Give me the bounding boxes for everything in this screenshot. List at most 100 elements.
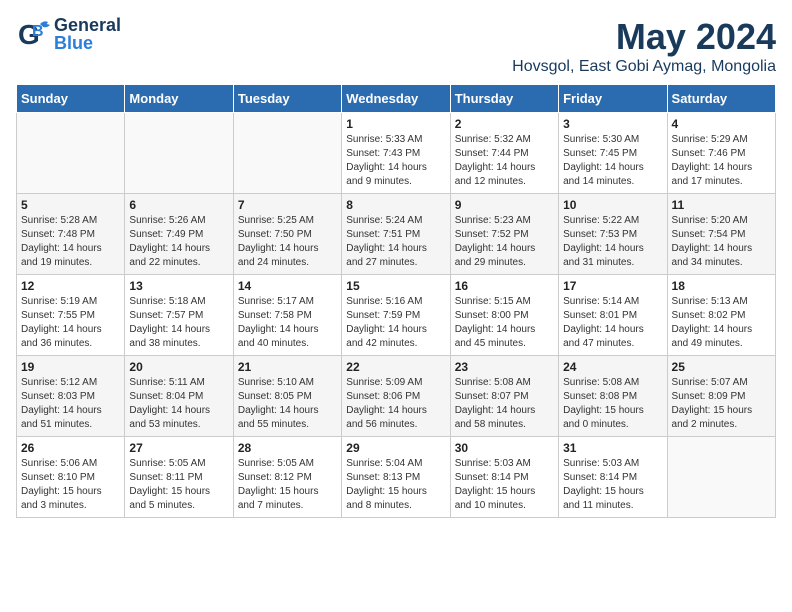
day-number: 10 (563, 198, 662, 212)
calendar-cell: 16 Sunrise: 5:15 AM Sunset: 8:00 PM Dayli… (450, 275, 558, 356)
day-info: Sunrise: 5:08 AM Sunset: 8:08 PM Dayligh… (563, 376, 662, 432)
calendar-cell: 23Sunrise: 5:08 AM Sunset: 8:07 PM Dayli… (450, 356, 558, 437)
calendar-week-row: 12 Sunrise: 5:19 AM Sunset: 7:55 PM Dayli… (17, 275, 776, 356)
day-info: Sunrise: 5:12 AM Sunset: 8:03 PM Dayligh… (21, 376, 120, 432)
day-info: Sunrise: 5:26 AM Sunset: 7:49 PM Dayligh… (129, 214, 228, 270)
day-number: 7 (238, 198, 337, 212)
logo-text: General Blue (54, 16, 121, 52)
day-number: 13 (129, 279, 228, 293)
calendar-cell: 1 Sunrise: 5:33 AM Sunset: 7:43 PM Daylig… (342, 113, 450, 194)
day-number: 9 (455, 198, 554, 212)
weekday-header-row: SundayMondayTuesdayWednesdayThursdayFrid… (17, 85, 776, 113)
day-number: 4 (672, 117, 771, 131)
logo-general: General (54, 16, 121, 34)
day-info: Sunrise: 5:16 AM Sunset: 7:59 PM Dayligh… (346, 295, 445, 351)
calendar-cell: 4Sunrise: 5:29 AM Sunset: 7:46 PM Daylig… (667, 113, 775, 194)
weekday-header-friday: Friday (559, 85, 667, 113)
calendar-cell: 17 Sunrise: 5:14 AM Sunset: 8:01 PM Dayli… (559, 275, 667, 356)
day-info: Sunrise: 5:03 AM Sunset: 8:14 PM Dayligh… (563, 457, 662, 513)
calendar-cell (233, 113, 341, 194)
calendar-cell: 21Sunrise: 5:10 AM Sunset: 8:05 PM Dayli… (233, 356, 341, 437)
calendar-cell: 10 Sunrise: 5:22 AM Sunset: 7:53 PM Dayli… (559, 194, 667, 275)
calendar-cell: 27 Sunrise: 5:05 AM Sunset: 8:11 PM Dayli… (125, 437, 233, 518)
day-info: Sunrise: 5:05 AM Sunset: 8:11 PM Dayligh… (129, 457, 228, 513)
calendar-cell: 28 Sunrise: 5:05 AM Sunset: 8:12 PM Dayli… (233, 437, 341, 518)
day-number: 8 (346, 198, 445, 212)
day-info: Sunrise: 5:11 AM Sunset: 8:04 PM Dayligh… (129, 376, 228, 432)
logo-blue: Blue (54, 34, 121, 52)
day-number: 27 (129, 441, 228, 455)
calendar-cell: 9 Sunrise: 5:23 AM Sunset: 7:52 PM Daylig… (450, 194, 558, 275)
day-info: Sunrise: 5:22 AM Sunset: 7:53 PM Dayligh… (563, 214, 662, 270)
calendar-cell: 7 Sunrise: 5:25 AM Sunset: 7:50 PM Daylig… (233, 194, 341, 275)
location-title: Hovsgol, East Gobi Aymag, Mongolia (512, 58, 776, 76)
calendar-week-row: 5 Sunrise: 5:28 AM Sunset: 7:48 PM Daylig… (17, 194, 776, 275)
calendar-week-row: 1 Sunrise: 5:33 AM Sunset: 7:43 PM Daylig… (17, 113, 776, 194)
day-info: Sunrise: 5:19 AM Sunset: 7:55 PM Dayligh… (21, 295, 120, 351)
day-number: 30 (455, 441, 554, 455)
day-number: 20 (129, 360, 228, 374)
weekday-header-monday: Monday (125, 85, 233, 113)
calendar-cell: 19 Sunrise: 5:12 AM Sunset: 8:03 PM Dayli… (17, 356, 125, 437)
calendar-cell: 6Sunrise: 5:26 AM Sunset: 7:49 PM Daylig… (125, 194, 233, 275)
calendar-cell: 14 Sunrise: 5:17 AM Sunset: 7:58 PM Dayli… (233, 275, 341, 356)
calendar-cell: 24 Sunrise: 5:08 AM Sunset: 8:08 PM Dayli… (559, 356, 667, 437)
day-number: 5 (21, 198, 120, 212)
day-number: 3 (563, 117, 662, 131)
day-number: 29 (346, 441, 445, 455)
day-number: 1 (346, 117, 445, 131)
day-info: Sunrise: 5:04 AM Sunset: 8:13 PM Dayligh… (346, 457, 445, 513)
calendar-cell (667, 437, 775, 518)
day-number: 23 (455, 360, 554, 374)
day-number: 16 (455, 279, 554, 293)
day-number: 19 (21, 360, 120, 374)
day-info: Sunrise: 5:07 AM Sunset: 8:09 PM Dayligh… (672, 376, 771, 432)
day-number: 24 (563, 360, 662, 374)
day-info: Sunrise: 5:32 AM Sunset: 7:44 PM Dayligh… (455, 133, 554, 189)
calendar-cell: 13Sunrise: 5:18 AM Sunset: 7:57 PM Dayli… (125, 275, 233, 356)
day-info: Sunrise: 5:25 AM Sunset: 7:50 PM Dayligh… (238, 214, 337, 270)
month-title: May 2024 (512, 16, 776, 58)
day-info: Sunrise: 5:28 AM Sunset: 7:48 PM Dayligh… (21, 214, 120, 270)
day-info: Sunrise: 5:17 AM Sunset: 7:58 PM Dayligh… (238, 295, 337, 351)
day-info: Sunrise: 5:13 AM Sunset: 8:02 PM Dayligh… (672, 295, 771, 351)
day-info: Sunrise: 5:33 AM Sunset: 7:43 PM Dayligh… (346, 133, 445, 189)
title-block: May 2024 Hovsgol, East Gobi Aymag, Mongo… (512, 16, 776, 76)
calendar-cell: 20 Sunrise: 5:11 AM Sunset: 8:04 PM Dayli… (125, 356, 233, 437)
page-header: G B General Blue May 2024 Hovsgol, East … (16, 16, 776, 76)
calendar-cell: 29 Sunrise: 5:04 AM Sunset: 8:13 PM Dayli… (342, 437, 450, 518)
calendar-cell (125, 113, 233, 194)
calendar-cell: 22 Sunrise: 5:09 AM Sunset: 8:06 PM Dayli… (342, 356, 450, 437)
day-number: 17 (563, 279, 662, 293)
calendar-cell: 5 Sunrise: 5:28 AM Sunset: 7:48 PM Daylig… (17, 194, 125, 275)
calendar-cell: 8 Sunrise: 5:24 AM Sunset: 7:51 PM Daylig… (342, 194, 450, 275)
day-number: 15 (346, 279, 445, 293)
calendar-cell: 31 Sunrise: 5:03 AM Sunset: 8:14 PM Dayli… (559, 437, 667, 518)
day-info: Sunrise: 5:05 AM Sunset: 8:12 PM Dayligh… (238, 457, 337, 513)
day-number: 31 (563, 441, 662, 455)
day-info: Sunrise: 5:15 AM Sunset: 8:00 PM Dayligh… (455, 295, 554, 351)
day-number: 2 (455, 117, 554, 131)
logo: G B General Blue (16, 16, 121, 52)
day-number: 28 (238, 441, 337, 455)
calendar-cell: 12 Sunrise: 5:19 AM Sunset: 7:55 PM Dayli… (17, 275, 125, 356)
day-info: Sunrise: 5:10 AM Sunset: 8:05 PM Dayligh… (238, 376, 337, 432)
calendar-cell: 30Sunrise: 5:03 AM Sunset: 8:14 PM Dayli… (450, 437, 558, 518)
day-info: Sunrise: 5:24 AM Sunset: 7:51 PM Dayligh… (346, 214, 445, 270)
day-info: Sunrise: 5:23 AM Sunset: 7:52 PM Dayligh… (455, 214, 554, 270)
day-info: Sunrise: 5:09 AM Sunset: 8:06 PM Dayligh… (346, 376, 445, 432)
day-info: Sunrise: 5:30 AM Sunset: 7:45 PM Dayligh… (563, 133, 662, 189)
calendar-cell: 25 Sunrise: 5:07 AM Sunset: 8:09 PM Dayli… (667, 356, 775, 437)
day-info: Sunrise: 5:14 AM Sunset: 8:01 PM Dayligh… (563, 295, 662, 351)
day-number: 14 (238, 279, 337, 293)
weekday-header-saturday: Saturday (667, 85, 775, 113)
day-number: 26 (21, 441, 120, 455)
calendar-week-row: 19 Sunrise: 5:12 AM Sunset: 8:03 PM Dayli… (17, 356, 776, 437)
day-number: 22 (346, 360, 445, 374)
day-info: Sunrise: 5:20 AM Sunset: 7:54 PM Dayligh… (672, 214, 771, 270)
calendar-table: SundayMondayTuesdayWednesdayThursdayFrid… (16, 84, 776, 518)
day-number: 12 (21, 279, 120, 293)
day-number: 25 (672, 360, 771, 374)
calendar-cell: 18Sunrise: 5:13 AM Sunset: 8:02 PM Dayli… (667, 275, 775, 356)
day-number: 11 (672, 198, 771, 212)
